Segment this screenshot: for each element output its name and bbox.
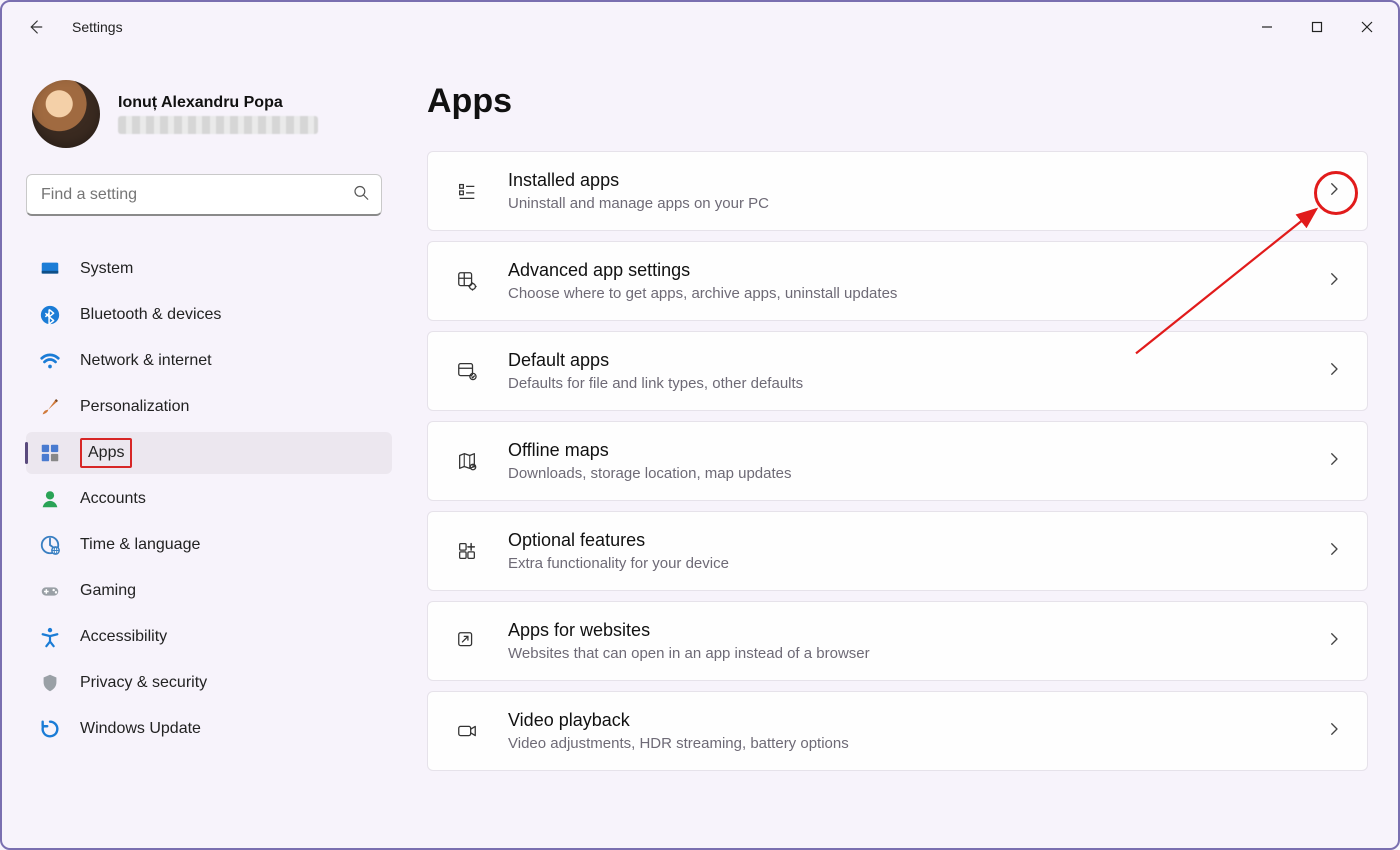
avatar [32, 80, 100, 148]
sidebar-item-time[interactable]: Time & language [26, 524, 392, 566]
card-optional[interactable]: Optional features Extra functionality for… [427, 511, 1368, 591]
sidebar-item-system[interactable]: System [26, 248, 392, 290]
chevron-right-icon [1325, 450, 1343, 473]
profile-name: Ionuț Alexandru Popa [118, 94, 318, 112]
card-text: Video playback Video adjustments, HDR str… [508, 710, 849, 752]
card-text: Apps for websites Websites that can open … [508, 620, 870, 662]
back-button[interactable] [18, 10, 52, 44]
map-icon [452, 446, 482, 476]
search-icon [352, 184, 370, 207]
back-arrow-icon [26, 18, 44, 36]
sidebar-item-accounts[interactable]: Accounts [26, 478, 392, 520]
sidebar-item-label annotated-highlight: Apps [80, 438, 132, 468]
nav-list: System Bluetooth & devices Network & inter… [26, 248, 392, 750]
apps-icon [38, 441, 62, 465]
update-icon [38, 717, 62, 741]
profile-email-redacted [118, 116, 318, 134]
sidebar-item-privacy[interactable]: Privacy & security [26, 662, 392, 704]
search-input[interactable] [26, 174, 382, 216]
bluetooth-icon [38, 303, 62, 327]
search-wrapper [26, 174, 382, 216]
close-icon [1361, 21, 1373, 33]
card-title: Advanced app settings [508, 260, 897, 281]
card-title: Apps for websites [508, 620, 870, 641]
card-subtitle: Choose where to get apps, archive apps, … [508, 285, 897, 302]
sidebar-item-label: Accessibility [80, 628, 167, 646]
sidebar-item-label: Accounts [80, 490, 146, 508]
shield-icon [38, 671, 62, 695]
titlebar: Settings [2, 2, 1398, 52]
sidebar-item-label: Personalization [80, 398, 189, 416]
sidebar-item-apps[interactable]: Apps [26, 432, 392, 474]
sidebar-item-label: Windows Update [80, 720, 201, 738]
sidebar-item-update[interactable]: Windows Update [26, 708, 392, 750]
clock-globe-icon [38, 533, 62, 557]
card-title: Optional features [508, 530, 729, 551]
accessibility-icon [38, 625, 62, 649]
maximize-button[interactable] [1294, 10, 1340, 44]
app-plus-icon [452, 536, 482, 566]
card-subtitle: Video adjustments, HDR streaming, batter… [508, 735, 849, 752]
wifi-icon [38, 349, 62, 373]
sidebar-item-label: Time & language [80, 536, 200, 554]
gamepad-icon [38, 579, 62, 603]
card-text: Optional features Extra functionality for… [508, 530, 729, 572]
sidebar-item-gaming[interactable]: Gaming [26, 570, 392, 612]
app-gear-icon [452, 266, 482, 296]
card-video[interactable]: Video playback Video adjustments, HDR str… [427, 691, 1368, 771]
window-title: Settings [72, 19, 123, 35]
person-icon [38, 487, 62, 511]
close-button[interactable] [1344, 10, 1390, 44]
sidebar-item-label: Gaming [80, 582, 136, 600]
minimize-button[interactable] [1244, 10, 1290, 44]
chevron-right-icon [1325, 720, 1343, 743]
app-link-icon [452, 626, 482, 656]
sidebar-item-bluetooth[interactable]: Bluetooth & devices [26, 294, 392, 336]
system-icon [38, 257, 62, 281]
video-icon [452, 716, 482, 746]
chevron-right-icon [1325, 540, 1343, 563]
profile-block[interactable]: Ionuț Alexandru Popa [26, 68, 385, 156]
card-subtitle: Defaults for file and link types, other … [508, 375, 803, 392]
paintbrush-icon [38, 395, 62, 419]
sidebar-item-accessibility[interactable]: Accessibility [26, 616, 392, 658]
main-content: Apps Installed apps Uninstall and manage … [397, 52, 1398, 848]
sidebar-item-personalization[interactable]: Personalization [26, 386, 392, 428]
card-advanced[interactable]: Advanced app settings Choose where to get… [427, 241, 1368, 321]
list-icon [452, 176, 482, 206]
sidebar: Ionuț Alexandru Popa System Bluetooth & d… [2, 52, 397, 848]
card-installed[interactable]: Installed apps Uninstall and manage apps … [427, 151, 1368, 231]
sidebar-item-network[interactable]: Network & internet [26, 340, 392, 382]
sidebar-item-label: Network & internet [80, 352, 212, 370]
page-title: Apps [427, 82, 1374, 121]
card-subtitle: Extra functionality for your device [508, 555, 729, 572]
card-text: Offline maps Downloads, storage location,… [508, 440, 792, 482]
sidebar-item-label: Privacy & security [80, 674, 207, 692]
card-title: Installed apps [508, 170, 769, 191]
card-defaults[interactable]: Default apps Defaults for file and link t… [427, 331, 1368, 411]
chevron-right-icon [1325, 270, 1343, 293]
sidebar-item-label: System [80, 260, 133, 278]
app-default-icon [452, 356, 482, 386]
card-subtitle: Uninstall and manage apps on your PC [508, 195, 769, 212]
card-title: Video playback [508, 710, 849, 731]
settings-window: Settings Ionuț Alexandru Popa [0, 0, 1400, 850]
card-maps[interactable]: Offline maps Downloads, storage location,… [427, 421, 1368, 501]
card-title: Offline maps [508, 440, 792, 461]
card-text: Default apps Defaults for file and link t… [508, 350, 803, 392]
chevron-right-icon [1325, 630, 1343, 653]
card-text: Installed apps Uninstall and manage apps … [508, 170, 769, 212]
chevron-right-icon [1325, 180, 1343, 203]
card-websites[interactable]: Apps for websites Websites that can open … [427, 601, 1368, 681]
chevron-right-icon [1325, 360, 1343, 383]
card-text: Advanced app settings Choose where to get… [508, 260, 897, 302]
cards-list: Installed apps Uninstall and manage apps … [427, 151, 1374, 771]
card-title: Default apps [508, 350, 803, 371]
card-subtitle: Downloads, storage location, map updates [508, 465, 792, 482]
minimize-icon [1261, 21, 1273, 33]
sidebar-item-label: Bluetooth & devices [80, 306, 221, 324]
maximize-icon [1311, 21, 1323, 33]
card-subtitle: Websites that can open in an app instead… [508, 645, 870, 662]
